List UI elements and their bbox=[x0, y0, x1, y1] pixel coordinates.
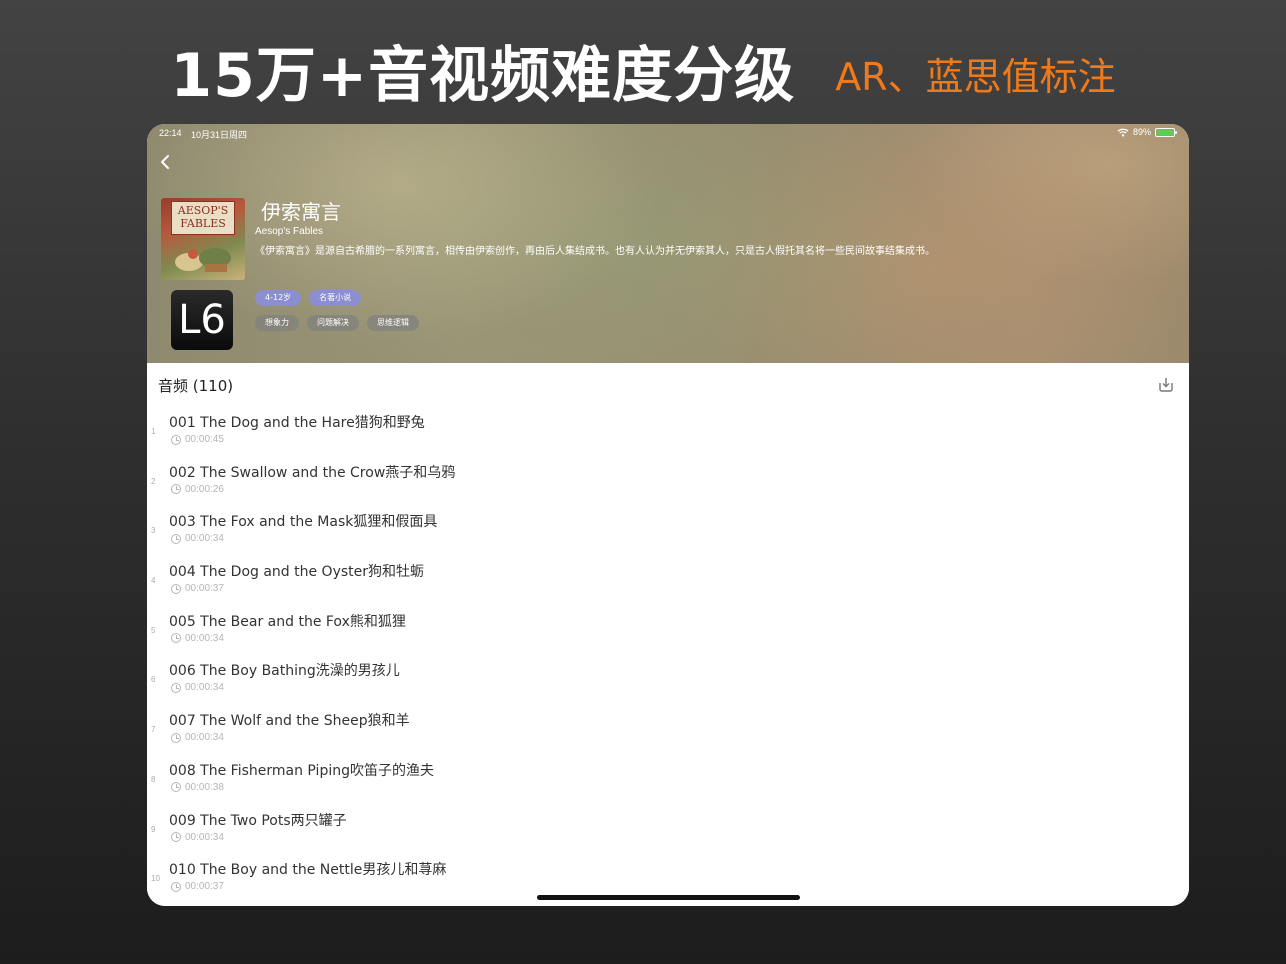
clock-icon bbox=[171, 782, 181, 793]
track-title: 009 The Two Pots两只罐子 bbox=[169, 812, 347, 829]
book-title: 伊索寓言 bbox=[261, 200, 341, 224]
track-item[interactable]: 4 004 The Dog and the Oyster狗和牡蛎 00:00:3… bbox=[147, 554, 1189, 604]
track-item[interactable]: 2 002 The Swallow and the Crow燕子和乌鸦 00:0… bbox=[147, 455, 1189, 505]
track-item[interactable]: 7 007 The Wolf and the Sheep狼和羊 00:00:34 bbox=[147, 703, 1189, 753]
track-index: 4 bbox=[151, 576, 156, 586]
download-all-button[interactable] bbox=[1157, 375, 1175, 393]
track-index: 2 bbox=[151, 476, 156, 486]
audio-list-section: 音频 (110) 1 001 The Dog and the Hare猎狗和野兔… bbox=[147, 363, 1189, 906]
track-duration: 00:00:34 bbox=[171, 633, 224, 644]
audio-section-header: 音频 (110) bbox=[158, 377, 234, 395]
promo-headline: 15万+音视频难度分级 AR、蓝思值标注 bbox=[0, 30, 1286, 111]
track-title: 001 The Dog and the Hare猎狗和野兔 bbox=[169, 415, 425, 431]
promo-title: 15万+音视频难度分级 bbox=[170, 40, 796, 111]
track-item[interactable]: 6 006 The Boy Bathing洗澡的男孩儿 00:00:34 bbox=[147, 653, 1189, 703]
status-date: 10月31日周四 bbox=[191, 130, 248, 140]
clock-icon bbox=[171, 881, 181, 892]
chevron-left-icon bbox=[161, 155, 169, 169]
track-title: 008 The Fisherman Piping吹笛子的渔夫 bbox=[169, 762, 434, 779]
track-title: 006 The Boy Bathing洗澡的男孩儿 bbox=[169, 663, 400, 680]
track-title: 004 The Dog and the Oyster狗和牡蛎 bbox=[169, 564, 425, 581]
track-index: 8 bbox=[151, 774, 156, 784]
track-list: 1 001 The Dog and the Hare猎狗和野兔 00:00:45… bbox=[147, 405, 1189, 902]
track-duration: 00:00:38 bbox=[171, 782, 224, 793]
tag-category[interactable]: 名著小说 bbox=[309, 290, 362, 306]
tag-skill[interactable]: 思维逻辑 bbox=[367, 315, 419, 331]
book-header: 22:14 10月31日周四 89% AESOP'S FABLES L6 伊索寓… bbox=[147, 124, 1189, 363]
book-cover: AESOP'S FABLES bbox=[161, 198, 245, 280]
track-duration: 00:00:34 bbox=[171, 732, 224, 743]
track-index: 9 bbox=[151, 824, 156, 834]
track-duration: 00:00:37 bbox=[171, 881, 224, 892]
track-duration: 00:00:37 bbox=[171, 583, 224, 594]
track-title: 010 The Boy and the Nettle男孩儿和荨麻 bbox=[169, 862, 447, 879]
track-item[interactable]: 3 003 The Fox and the Mask狐狸和假面具 00:00:3… bbox=[147, 504, 1189, 554]
track-item[interactable]: 1 001 The Dog and the Hare猎狗和野兔 00:00:45 bbox=[147, 405, 1189, 455]
track-title: 005 The Bear and the Fox熊和狐狸 bbox=[169, 613, 406, 630]
track-duration: 00:00:34 bbox=[171, 832, 224, 843]
status-indicators: 89% bbox=[1117, 127, 1177, 137]
clock-icon bbox=[171, 583, 181, 594]
track-duration: 00:00:45 bbox=[171, 434, 224, 445]
clock-icon bbox=[171, 533, 181, 544]
tablet-screen: 22:14 10月31日周四 89% AESOP'S FABLES L6 伊索寓… bbox=[147, 124, 1189, 906]
track-index: 10 bbox=[151, 874, 160, 884]
battery-icon bbox=[1155, 127, 1177, 137]
home-indicator[interactable] bbox=[537, 895, 800, 900]
promo-subtitle: AR、蓝思值标注 bbox=[835, 54, 1116, 99]
track-item[interactable]: 5 005 The Bear and the Fox熊和狐狸 00:00:34 bbox=[147, 604, 1189, 654]
status-bar: 22:14 10月31日周四 89% bbox=[147, 124, 1189, 142]
clock-icon bbox=[171, 732, 181, 743]
download-icon bbox=[1159, 378, 1173, 392]
level-badge: L6 bbox=[171, 290, 233, 350]
track-index: 5 bbox=[151, 625, 156, 635]
track-index: 3 bbox=[151, 526, 156, 536]
track-index: 7 bbox=[151, 725, 156, 735]
cover-illustration bbox=[175, 248, 231, 272]
tag-skill[interactable]: 问题解决 bbox=[307, 315, 359, 331]
track-index: 1 bbox=[151, 427, 156, 436]
book-description: 《伊索寓言》是源自古希腊的一系列寓言，相传由伊索创作，再由后人集结成书。也有人认… bbox=[255, 246, 935, 257]
track-title: 003 The Fox and the Mask狐狸和假面具 bbox=[169, 514, 438, 531]
clock-icon bbox=[171, 633, 181, 644]
tag-skill[interactable]: 想象力 bbox=[255, 315, 299, 331]
tag-row-primary: 4-12岁 名著小说 bbox=[255, 290, 362, 306]
track-duration: 00:00:34 bbox=[171, 533, 224, 544]
clock-icon bbox=[171, 682, 181, 693]
tag-row-skills: 想象力 问题解决 思维逻辑 bbox=[255, 315, 419, 331]
book-subtitle: Aesop's Fables bbox=[255, 226, 324, 237]
status-time: 22:14 bbox=[159, 128, 182, 138]
cover-title-banner: AESOP'S FABLES bbox=[171, 201, 235, 235]
track-title: 002 The Swallow and the Crow燕子和乌鸦 bbox=[169, 464, 456, 481]
track-title: 007 The Wolf and the Sheep狼和羊 bbox=[169, 713, 410, 730]
track-index: 6 bbox=[151, 675, 156, 685]
back-button[interactable] bbox=[159, 152, 175, 172]
clock-icon bbox=[171, 832, 181, 842]
tag-age[interactable]: 4-12岁 bbox=[255, 290, 302, 306]
clock-icon bbox=[171, 434, 181, 445]
clock-icon bbox=[171, 484, 181, 495]
track-item[interactable]: 9 009 The Two Pots两只罐子 00:00:34 bbox=[147, 803, 1189, 853]
battery-percent: 89% bbox=[1132, 127, 1151, 137]
track-duration: 00:00:34 bbox=[171, 682, 224, 693]
wifi-icon bbox=[1117, 128, 1129, 137]
track-item[interactable]: 8 008 The Fisherman Piping吹笛子的渔夫 00:00:3… bbox=[147, 753, 1189, 803]
track-duration: 00:00:26 bbox=[171, 484, 224, 495]
